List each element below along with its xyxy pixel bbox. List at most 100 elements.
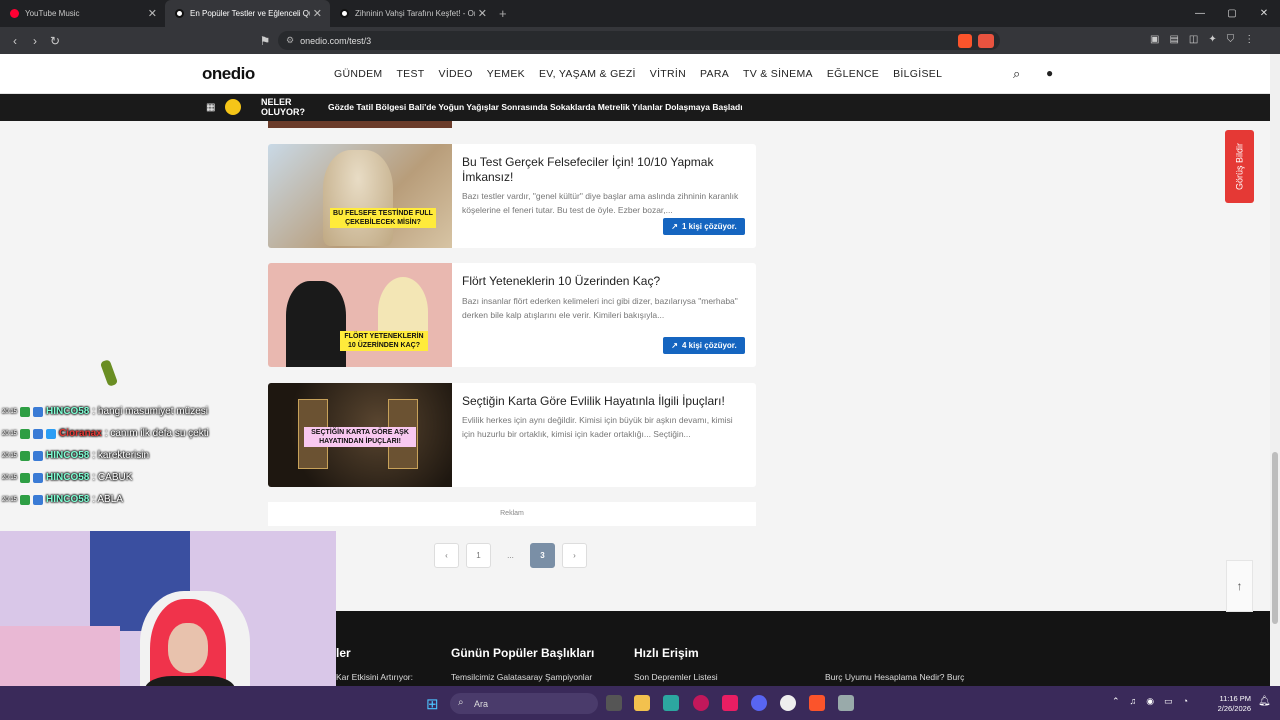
tab-youtube-music[interactable]: YouTube Music ✕ (0, 0, 165, 27)
menu-item-tv-sinema[interactable]: TV & SİNEMA (743, 68, 813, 80)
close-tab-icon[interactable]: ✕ (478, 7, 487, 20)
badge-icon (46, 428, 57, 439)
statue-shape (323, 150, 393, 246)
back-icon[interactable]: ‹ (5, 34, 25, 48)
card-image-caption: FLÖRT YETENEKLERİN 10 ÜZERİNDEN KAÇ? (340, 331, 428, 351)
maximize-icon[interactable]: ▢ (1216, 8, 1248, 19)
menu-item-test[interactable]: TEST (396, 68, 424, 80)
footer-link[interactable]: Kar Etkisini Artırıyor: (336, 672, 413, 682)
news-badge: NELER OLUYOR? (261, 97, 305, 117)
footer-heading: Günün Popüler Başlıkları (451, 646, 595, 660)
toolbar-icons[interactable]: ▣▤◫✦⛉⋮ (1150, 34, 1264, 45)
url-field[interactable]: ⚙ onedio.com/test/3 (278, 31, 1000, 50)
taskbar: ⊞ ⌕ Ara ⌃♫◉▭◔ 11:16 PM 2/26/2026 🔔︎ (0, 686, 1280, 720)
page-3-button[interactable]: 3 (530, 543, 555, 568)
taskbar-search[interactable]: ⌕ Ara (450, 693, 598, 714)
close-window-icon[interactable]: ✕ (1248, 8, 1280, 19)
next-page-button[interactable]: › (562, 543, 587, 568)
chat-text: : CABUK (92, 472, 133, 483)
test-card[interactable]: FLÖRT YETENEKLERİN 10 ÜZERİNDEN KAÇ? Flö… (268, 263, 756, 367)
clock-date: 2/26/2026 (1217, 704, 1251, 713)
menu-item-vitrin[interactable]: VİTRİN (650, 68, 686, 80)
minimize-icon[interactable]: — (1184, 8, 1216, 19)
test-card[interactable]: SEÇTİĞİN KARTA GÖRE AŞK HAYATINDAN İPUÇL… (268, 383, 756, 487)
scrollbar-thumb[interactable] (1272, 452, 1278, 624)
chat-username: HINCO58 (46, 450, 90, 461)
brave-rewards-icon[interactable] (978, 33, 994, 48)
obs-icon[interactable] (780, 695, 796, 711)
system-tray-icons[interactable]: ⌃♫◉▭◔ (1112, 696, 1198, 707)
card-title[interactable]: Seçtiğin Karta Göre Evlilik Hayatınla İl… (462, 394, 748, 409)
close-tab-icon[interactable]: ✕ (313, 7, 322, 20)
menu-item-bilgisel[interactable]: BİLGİSEL (893, 68, 942, 80)
card-description: Bazı insanlar flört ederken kelimeleri i… (462, 296, 738, 320)
face-shape (168, 623, 208, 673)
chat-time: 20:15 (2, 496, 18, 503)
taskbar-clock[interactable]: 11:16 PM 2/26/2026 (1203, 694, 1251, 714)
badge-icon (20, 450, 31, 461)
footer-link[interactable]: Temsilcimiz Galatasaray Şampiyonlar (451, 672, 592, 682)
footer-link[interactable]: Burç Uyumu Hesaplama Nedir? Burç (825, 672, 964, 682)
search-placeholder: Ara (474, 698, 489, 709)
menu-item-para[interactable]: PARA (700, 68, 729, 80)
window-controls: — ▢ ✕ (1184, 0, 1280, 27)
app-icon[interactable] (693, 695, 709, 711)
page-1-button[interactable]: 1 (466, 543, 491, 568)
menu-item-eglence[interactable]: EĞLENCE (827, 68, 879, 80)
reload-icon[interactable]: ↻ (45, 34, 65, 48)
app-icon[interactable] (663, 695, 679, 711)
badge-label: 4 kişi çözüyor. (682, 341, 737, 350)
solving-count-badge: ↗ 4 kişi çözüyor. (663, 337, 745, 354)
menu-item-ev-yasam-gezi[interactable]: EV, YAŞAM & GEZİ (539, 68, 636, 80)
footer-heading: Hızlı Erişim (634, 646, 699, 660)
page-scrollbar[interactable] (1270, 54, 1280, 686)
chat-text: : hangi masumiyet müzesi (92, 406, 208, 417)
address-bar: ‹ › ↻ ⚑ ⚙ onedio.com/test/3 ▣▤◫✦⛉⋮ (0, 27, 1280, 54)
badge-icon (20, 472, 31, 483)
menu-item-yemek[interactable]: YEMEK (487, 68, 525, 80)
bookmark-icon[interactable]: ⚑ (255, 34, 275, 48)
tab-title: YouTube Music (25, 9, 80, 18)
user-icon[interactable]: ● (1046, 66, 1053, 80)
chat-username: HINCO58 (46, 494, 90, 505)
youtube-music-icon (10, 9, 19, 18)
windows-start-icon[interactable]: ⊞ (426, 695, 439, 713)
card-title[interactable]: Bu Test Gerçek Felsefeciler İçin! 10/10 … (462, 155, 748, 185)
prev-page-button[interactable]: ‹ (434, 543, 459, 568)
chat-message: 20:15 HINCO58 : karekterisin (2, 450, 149, 461)
menu-item-gundem[interactable]: GÜNDEM (334, 68, 382, 80)
card-image-caption: SEÇTİĞİN KARTA GÖRE AŞK HAYATINDAN İPUÇL… (304, 427, 416, 447)
settings-icon[interactable] (838, 695, 854, 711)
page-ellipsis: ... (507, 551, 514, 560)
scroll-to-top-button[interactable]: ↑ (1226, 560, 1253, 612)
search-icon[interactable]: ⌕ (1013, 66, 1020, 82)
feedback-button[interactable]: Görüş Bildir (1225, 130, 1254, 203)
discord-icon[interactable] (751, 695, 767, 711)
onedio-favicon-icon (175, 9, 184, 18)
file-explorer-icon[interactable] (634, 695, 650, 711)
search-icon: ⌕ (458, 697, 464, 708)
brave-browser-icon[interactable] (809, 695, 825, 711)
menu-item-video[interactable]: VİDEO (439, 68, 473, 80)
arrow-up-icon: ↑ (1236, 579, 1243, 593)
app-icon[interactable] (722, 695, 738, 711)
grid-icon[interactable]: ▦ (206, 102, 215, 113)
news-badge-icon (225, 99, 241, 115)
task-view-icon[interactable] (606, 695, 622, 711)
forward-icon[interactable]: › (25, 34, 45, 48)
tab-onedio-tests[interactable]: En Popüler Testler ve Eğlenceli Quizler … (165, 0, 330, 27)
footer-link[interactable]: Son Depremler Listesi (634, 672, 718, 682)
brave-shields-icon[interactable] (958, 33, 972, 48)
chat-time: 20:15 (2, 430, 18, 437)
new-tab-icon[interactable]: + (499, 6, 507, 21)
close-tab-icon[interactable]: ✕ (148, 7, 157, 20)
notification-bell-icon[interactable]: 🔔︎ (1258, 696, 1271, 707)
card-title[interactable]: Flört Yeteneklerin 10 Üzerinden Kaç? (462, 274, 748, 289)
news-headline[interactable]: Gözde Tatil Bölgesi Bali'de Yoğun Yağışl… (328, 102, 743, 112)
tab-onedio-quiz[interactable]: Zihninin Vahşi Tarafını Keşfet! - Onedio… (330, 0, 495, 27)
site-info-icon[interactable]: ⚙ (286, 35, 294, 46)
test-card[interactable]: BU FELSEFE TESTİNDE FULL ÇEKEBİLECEK MİS… (268, 144, 756, 248)
solving-count-badge: ↗ 1 kişi çözüyor. (663, 218, 745, 235)
previous-card-image[interactable] (268, 121, 452, 128)
site-logo[interactable]: onedio (202, 64, 255, 84)
